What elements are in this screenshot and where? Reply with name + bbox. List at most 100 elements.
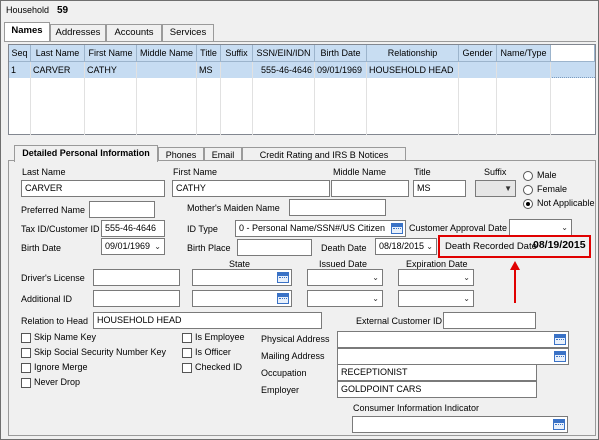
customer-approval-date[interactable]: ⌄ [509, 219, 572, 236]
physical-address-label: Physical Address [261, 334, 330, 344]
skip-ssn-key-label: Skip Social Security Number Key [34, 347, 167, 357]
external-id-label: External Customer ID [356, 316, 443, 326]
preferred-name-label: Preferred Name [21, 205, 86, 215]
col-header-birth-date[interactable]: Birth Date [315, 45, 367, 62]
cell-relationship: HOUSEHOLD HEAD [367, 63, 459, 78]
birth-date-field[interactable]: 09/01/1969 ⌄ [101, 238, 165, 255]
drivers-license-issued-date[interactable]: ⌄ [307, 269, 383, 286]
cell-title: MS [197, 63, 221, 78]
cell-suffix [221, 63, 253, 78]
names-grid[interactable]: Seq Last Name First Name Middle Name Tit… [8, 44, 596, 135]
tab-services[interactable]: Services [162, 24, 214, 41]
list-icon [276, 292, 290, 305]
checked-id-checkbox[interactable] [182, 363, 192, 373]
never-drop-label: Never Drop [34, 377, 81, 387]
tax-id-field[interactable]: 555-46-4646 [101, 220, 165, 237]
death-date-field[interactable]: 08/18/2015 ⌄ [375, 238, 437, 255]
chevron-down-icon: ⌄ [426, 242, 433, 251]
mothers-maiden-label: Mother's Maiden Name [187, 203, 280, 213]
chevron-down-icon: ⌄ [154, 242, 161, 251]
middle-name-field[interactable] [331, 180, 409, 197]
radio-male-label: Male [537, 170, 557, 180]
consumer-info-field[interactable] [352, 416, 568, 433]
radio-female[interactable] [523, 185, 533, 195]
col-header-seq[interactable]: Seq [9, 45, 31, 62]
household-number: 59 [57, 5, 69, 16]
additional-id-issued-date[interactable]: ⌄ [307, 290, 383, 307]
is-officer-label: Is Officer [195, 347, 231, 357]
drivers-license-state[interactable] [192, 269, 292, 286]
col-header-name-type[interactable]: Name/Type [497, 45, 551, 62]
col-header-relationship[interactable]: Relationship [367, 45, 459, 62]
cell-gender [459, 63, 497, 78]
col-header-first-name[interactable]: First Name [85, 45, 137, 62]
suffix-select[interactable]: ▼ [475, 180, 516, 197]
ignore-merge-label: Ignore Merge [34, 362, 88, 372]
drivers-license-field[interactable] [93, 269, 180, 286]
chevron-down-icon: ⌄ [372, 294, 379, 303]
additional-id-field[interactable] [93, 290, 180, 307]
skip-ssn-key-checkbox[interactable] [21, 348, 31, 358]
col-header-gender[interactable]: Gender [459, 45, 497, 62]
tab-divider [4, 41, 596, 42]
first-name-field[interactable]: CATHY [172, 180, 330, 197]
tab-accounts[interactable]: Accounts [106, 24, 162, 41]
cell-middle-name [137, 63, 197, 78]
col-header-ssn[interactable]: SSN/EIN/IDN [253, 45, 315, 62]
skip-name-key-label: Skip Name Key [34, 332, 97, 342]
checked-id-label: Checked ID [195, 362, 243, 372]
list-icon [552, 418, 566, 431]
tab-addresses[interactable]: Addresses [50, 24, 106, 41]
col-header-suffix[interactable]: Suffix [221, 45, 253, 62]
tab-names[interactable]: Names [4, 22, 50, 41]
is-officer-checkbox[interactable] [182, 348, 192, 358]
mailing-address-field[interactable] [337, 348, 569, 365]
occupation-field[interactable]: RECEPTIONIST [337, 364, 537, 381]
tab-detailed-personal-info[interactable]: Detailed Personal Information [14, 145, 158, 162]
ignore-merge-checkbox[interactable] [21, 363, 31, 373]
col-header-title[interactable]: Title [197, 45, 221, 62]
chevron-down-icon: ▼ [504, 184, 512, 193]
death-recorded-value: 08/19/2015 [533, 239, 586, 251]
death-recorded-label: Death Recorded Date [445, 241, 537, 252]
employer-field[interactable]: GOLDPOINT CARS [337, 381, 537, 398]
death-date-label: Death Date [321, 243, 367, 253]
first-name-label: First Name [173, 167, 218, 177]
additional-id-expiration-date[interactable]: ⌄ [398, 290, 474, 307]
physical-address-field[interactable] [337, 331, 569, 348]
list-icon [276, 271, 290, 284]
drivers-license-expiration-date[interactable]: ⌄ [398, 269, 474, 286]
cell-first-name: CATHY [85, 63, 137, 78]
col-header-middle-name[interactable]: Middle Name [137, 45, 197, 62]
relation-field[interactable]: HOUSEHOLD HEAD [93, 312, 322, 329]
birth-place-field[interactable] [237, 239, 312, 256]
radio-female-label: Female [537, 184, 568, 194]
radio-not-applicable[interactable] [523, 199, 533, 209]
title-field[interactable]: MS [413, 180, 466, 197]
last-name-label: Last Name [22, 167, 66, 177]
occupation-label: Occupation [261, 368, 307, 378]
skip-name-key-checkbox[interactable] [21, 333, 31, 343]
consumer-info-label: Consumer Information Indicator [353, 403, 480, 413]
additional-id-label: Additional ID [21, 294, 73, 304]
radio-not-applicable-label: Not Applicable [537, 198, 595, 208]
title-label: Title [414, 167, 431, 177]
mothers-maiden-field[interactable] [289, 199, 386, 216]
external-id-field[interactable] [443, 312, 536, 329]
preferred-name-field[interactable] [89, 201, 155, 218]
col-header-last-name[interactable]: Last Name [31, 45, 85, 62]
birth-date-label: Birth Date [21, 243, 62, 253]
id-type-select[interactable]: 0 - Personal Name/SSN#/US Citizen [235, 220, 406, 237]
chevron-down-icon: ⌄ [463, 294, 470, 303]
birth-place-label: Birth Place [187, 243, 231, 253]
radio-male[interactable] [523, 171, 533, 181]
arrow-up-icon [510, 261, 520, 303]
employer-label: Employer [261, 385, 300, 395]
chevron-down-icon: ⌄ [561, 223, 568, 232]
is-employee-label: Is Employee [195, 332, 245, 342]
last-name-field[interactable]: CARVER [21, 180, 165, 197]
middle-name-label: Middle Name [333, 167, 387, 177]
additional-id-state[interactable] [192, 290, 292, 307]
is-employee-checkbox[interactable] [182, 333, 192, 343]
never-drop-checkbox[interactable] [21, 378, 31, 388]
